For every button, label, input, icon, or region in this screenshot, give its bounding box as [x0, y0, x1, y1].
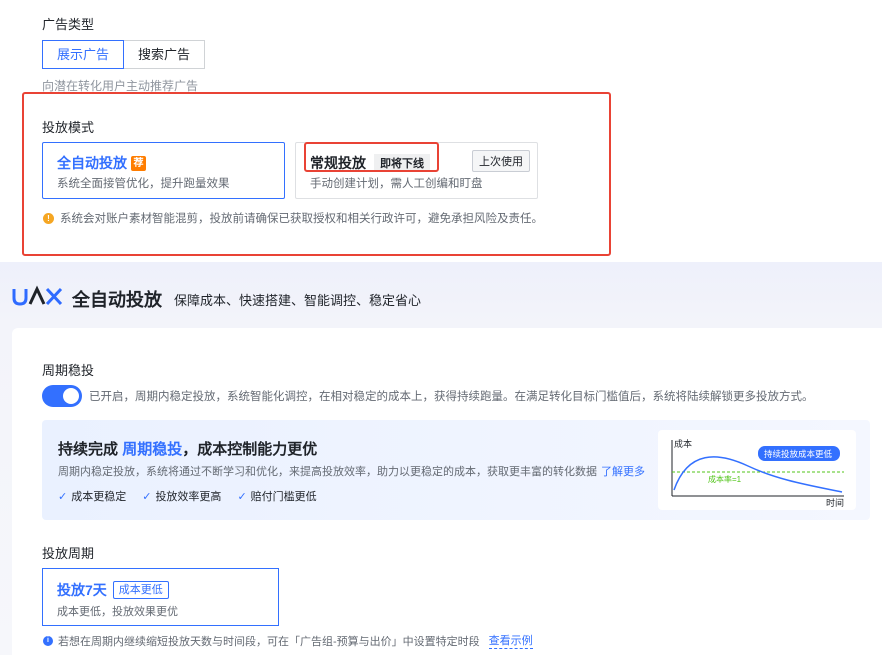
promo-title-prefix: 持续完成	[58, 441, 119, 458]
cost-trend-illustration: 成本 成本率=1 持续投放成本更低 时间	[658, 430, 856, 510]
chart-cost-curve	[673, 456, 843, 493]
period-label: 投放周期	[42, 546, 95, 561]
delivery-warning: ! 系统会对账户素材智能混剪，投放前请确保已获取授权和相关行政许可，避免承担风险…	[43, 210, 543, 226]
period-desc: 成本更低，投放效果更优	[57, 606, 178, 618]
learn-more-link[interactable]: 了解更多	[601, 466, 645, 478]
view-example-link[interactable]: 查看示例	[488, 632, 533, 649]
period-title-row: 投放7天 成本更低	[57, 580, 169, 600]
period-badge: 成本更低	[112, 581, 169, 599]
check-label: 赔付门槛更低	[250, 491, 317, 503]
toggle-knob	[63, 388, 79, 404]
period-stable-toggle[interactable]	[42, 385, 82, 407]
promo-banner: 持续完成 周期稳投，成本控制能力更优 周期内稳定投放，系统将通过不断学习和优化，…	[42, 420, 870, 520]
ad-type-label: 广告类型	[42, 17, 95, 32]
regular-title-highlight	[304, 142, 439, 172]
promo-checks: ✓ 成本更稳定 ✓ 投放效率更高 ✓ 赔付门槛更低	[58, 488, 317, 504]
period-7day-card[interactable]: 投放7天 成本更低 成本更低，投放效果更优	[42, 568, 279, 626]
promo-title-suffix: ，成本控制能力更优	[182, 441, 318, 458]
promo-title: 持续完成 周期稳投，成本控制能力更优	[58, 438, 317, 459]
delivery-mode-label: 投放模式	[42, 120, 95, 135]
check-label: 成本更稳定	[71, 491, 127, 503]
display-ad-option[interactable]: 展示广告	[42, 40, 125, 69]
promo-desc: 周期内稳定投放，系统将通过不断学习和优化，来提高投放效率，助力以更稳定的成本，获…	[58, 463, 645, 479]
cost-trend-svg: 成本 成本率=1 持续投放成本更低 时间	[671, 438, 844, 508]
info-icon: i	[43, 635, 53, 646]
auto-delivery-title-row: 全自动投放 荐	[57, 153, 146, 173]
check-icon: ✓	[237, 490, 247, 503]
delivery-warning-text: 系统会对账户素材智能混剪，投放前请确保已获取授权和相关行政许可，避免承担风险及责…	[60, 213, 543, 225]
warning-icon: !	[43, 212, 54, 224]
chart-x-label: 时间	[826, 497, 844, 508]
regular-delivery-desc: 手动创建计划，需人工创编和盯盘	[310, 178, 483, 190]
period-stable-label: 周期稳投	[42, 363, 95, 378]
recommend-badge: 荐	[131, 155, 146, 171]
chart-y-label: 成本	[674, 438, 692, 449]
auto-delivery-title: 全自动投放	[57, 155, 127, 171]
check-item: ✓ 赔付门槛更低	[237, 488, 316, 504]
uax-logo-icon	[12, 285, 63, 306]
ad-type-segmented: 展示广告 搜索广告	[42, 40, 206, 69]
promo-title-highlight: 周期稳投	[122, 441, 183, 458]
auto-delivery-desc: 系统全面接管优化，提升跑量效果	[57, 178, 230, 190]
uax-subtitle: 保障成本、快速搭建、智能调控、稳定省心	[174, 292, 422, 308]
chart-baseline-label: 成本率=1	[708, 474, 742, 484]
search-ad-option[interactable]: 搜索广告	[123, 40, 206, 69]
chart-callout: 持续投放成本更低	[764, 449, 833, 459]
check-item: ✓ 投放效率更高	[142, 488, 221, 504]
uax-title: 全自动投放	[72, 290, 162, 310]
period-info: i 若想在周期内继续缩短投放天数与时间段，可在「广告组-预算与出价」中设置特定时…	[43, 632, 533, 649]
uax-header: 全自动投放 保障成本、快速搭建、智能调控、稳定省心	[12, 285, 421, 313]
period-title: 投放7天	[57, 582, 107, 598]
uax-logo	[12, 285, 64, 313]
promo-desc-text: 周期内稳定投放，系统将通过不断学习和优化，来提高投放效率，助力以更稳定的成本，获…	[58, 466, 597, 478]
last-used-tag: 上次使用	[472, 150, 530, 172]
check-icon: ✓	[142, 490, 152, 503]
check-icon: ✓	[58, 490, 68, 503]
period-info-text: 若想在周期内继续缩短投放天数与时间段，可在「广告组-预算与出价」中设置特定时段	[58, 635, 480, 648]
check-item: ✓ 成本更稳定	[58, 488, 126, 504]
check-label: 投放效率更高	[155, 491, 222, 503]
auto-delivery-card[interactable]: 全自动投放 荐 系统全面接管优化，提升跑量效果	[42, 142, 285, 199]
period-stable-desc: 已开启，周期内稳定投放，系统智能化调控，在相对稳定的成本上，获得持续跑量。在满足…	[89, 391, 814, 403]
